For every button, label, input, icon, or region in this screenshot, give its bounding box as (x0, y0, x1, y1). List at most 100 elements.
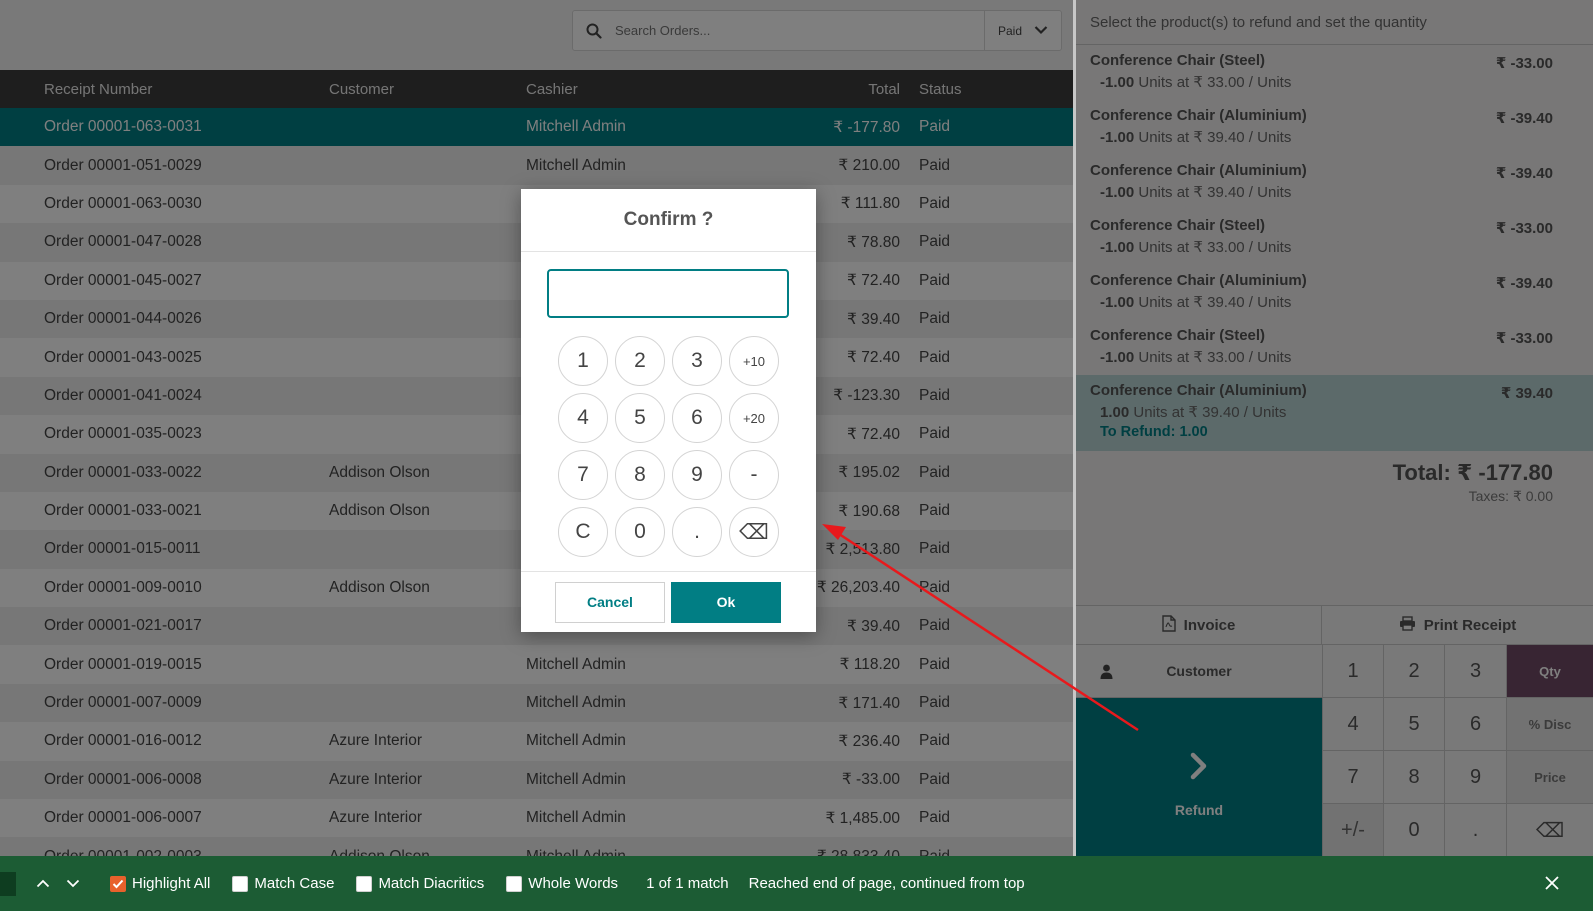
order-taxes: Taxes: ₹ 0.00 (1468, 488, 1553, 504)
quantity-input[interactable] (547, 269, 789, 318)
refund-button[interactable]: Refund (1076, 698, 1322, 871)
confirm-dialog: Confirm ? 1 2 3 +10 4 5 6 +20 7 8 9- C 0. ⌫ Cancel Ok (521, 189, 816, 632)
numpad-key-2[interactable]: 2 (1384, 645, 1445, 698)
orderline[interactable]: Conference Chair (Steel) ₹ -33.00 -1.00 Un… (1076, 320, 1593, 375)
mode-price-button[interactable]: Price (1507, 751, 1593, 804)
find-next-button[interactable] (58, 875, 88, 892)
numpad-key-8[interactable]: 8 (1384, 751, 1445, 804)
dialog-footer: Cancel Ok (521, 571, 816, 632)
whole-words-checkbox[interactable]: Whole Words (506, 875, 618, 892)
line-quantity: -1.00 (1100, 184, 1135, 201)
decimal-button[interactable]: . (672, 507, 722, 557)
pos-numpad: 1 2 3 Qty 4 5 6% Disc 7 8 9 Price +/- 0. ⌫ (1322, 645, 1593, 871)
unit-price-text: Units at ₹ 39.40 / Units (1138, 184, 1292, 201)
line-quantity: -1.00 (1100, 129, 1135, 146)
dialog-numpad: 1 2 3 +10 4 5 6 +20 7 8 9- C 0. ⌫ (558, 336, 779, 557)
orderline[interactable]: Conference Chair (Aluminium) ₹ -39.40 -1.0… (1076, 155, 1593, 210)
backspace-button[interactable]: ⌫ (1507, 804, 1593, 857)
clear-button[interactable]: C (558, 507, 608, 557)
find-previous-button[interactable] (28, 875, 58, 892)
line-info: -1.00 Units at ₹ 33.00 / Units (1100, 238, 1579, 256)
whole-words-label: Whole Words (528, 875, 619, 892)
refund-panel: Select the product(s) to refund and set … (1076, 0, 1593, 871)
mode-qty-button[interactable]: Qty (1507, 645, 1593, 698)
invoice-button[interactable]: Invoice (1076, 606, 1322, 644)
highlight-all-label: Highlight All (132, 875, 211, 892)
dialog-key-6[interactable]: 6 (672, 393, 722, 443)
line-price: ₹ -33.00 (1495, 330, 1553, 347)
orderline[interactable]: Conference Chair (Aluminium) ₹ 39.40 1.00 … (1076, 375, 1593, 451)
decimal-button[interactable]: . (1445, 804, 1507, 857)
dialog-key-7[interactable]: 7 (558, 450, 608, 500)
line-info: -1.00 Units at ₹ 33.00 / Units (1100, 73, 1579, 91)
print-receipt-button[interactable]: Print Receipt (1322, 606, 1593, 644)
numpad-key-0[interactable]: 0 (1384, 804, 1445, 857)
line-quantity: -1.00 (1100, 349, 1135, 366)
line-quantity: -1.00 (1100, 239, 1135, 256)
numpad-key-1[interactable]: 1 (1323, 645, 1384, 698)
close-icon[interactable] (1543, 874, 1561, 892)
customer-button[interactable]: Customer (1076, 645, 1322, 698)
unit-price-text: Units at ₹ 39.40 / Units (1138, 129, 1292, 146)
dialog-key-8[interactable]: 8 (615, 450, 665, 500)
dialog-key-1[interactable]: 1 (558, 336, 608, 386)
minus-button[interactable]: - (729, 450, 779, 500)
print-receipt-label: Print Receipt (1423, 616, 1517, 634)
match-case-checkbox[interactable]: Match Case (232, 875, 334, 892)
numpad-key-9[interactable]: 9 (1445, 751, 1507, 804)
checkbox-checked-icon (110, 875, 126, 892)
dialog-key-9[interactable]: 9 (672, 450, 722, 500)
mode-discount-button[interactable]: % Disc (1507, 698, 1593, 751)
numpad-key-4[interactable]: 4 (1323, 698, 1384, 751)
dialog-key-2[interactable]: 2 (615, 336, 665, 386)
plus-20-button[interactable]: +20 (729, 393, 779, 443)
line-info: -1.00 Units at ₹ 39.40 / Units (1100, 128, 1579, 146)
refund-orderlines: Conference Chair (Steel) ₹ -33.00 -1.00 Un… (1076, 45, 1593, 451)
dialog-key-5[interactable]: 5 (615, 393, 665, 443)
chevron-up-icon (36, 875, 50, 892)
numpad-key-7[interactable]: 7 (1323, 751, 1384, 804)
plus-10-button[interactable]: +10 (729, 336, 779, 386)
orderline[interactable]: Conference Chair (Steel) ₹ -33.00 -1.00 Un… (1076, 210, 1593, 265)
numpad-key-6[interactable]: 6 (1445, 698, 1507, 751)
match-diacritics-checkbox[interactable]: Match Diacritics (356, 875, 484, 892)
cancel-button[interactable]: Cancel (555, 581, 665, 623)
unit-price-text: Units at ₹ 33.00 / Units (1138, 349, 1292, 366)
numpad-key-3[interactable]: 3 (1445, 645, 1507, 698)
unit-price-text: Units at ₹ 39.40 / Units (1133, 404, 1287, 421)
numpad-key-5[interactable]: 5 (1384, 698, 1445, 751)
orderline[interactable]: Conference Chair (Steel) ₹ -33.00 -1.00 Un… (1076, 45, 1593, 100)
find-status-message: Reached end of page, continued from top (748, 875, 1025, 892)
orderline[interactable]: Conference Chair (Aluminium) ₹ -39.40 -1.0… (1076, 100, 1593, 155)
printer-icon (1399, 615, 1416, 635)
dialog-key-4[interactable]: 4 (558, 393, 608, 443)
refund-instruction: Select the product(s) to refund and set … (1090, 14, 1427, 31)
dialog-key-0[interactable]: 0 (615, 507, 665, 557)
ok-button[interactable]: Ok (671, 581, 781, 623)
invoice-label: Invoice (1183, 616, 1236, 634)
line-info: 1.00 Units at ₹ 39.40 / Units (1100, 403, 1579, 421)
action-row: Invoice Print Receipt (1076, 605, 1593, 645)
checkbox-icon (506, 875, 523, 892)
line-info: -1.00 Units at ₹ 39.40 / Units (1100, 293, 1579, 311)
to-refund-quantity: To Refund: 1.00 (1100, 424, 1208, 440)
user-icon (1076, 664, 1136, 679)
dialog-title: Confirm ? (521, 189, 816, 252)
line-quantity: -1.00 (1100, 294, 1135, 311)
line-price: ₹ -39.40 (1495, 165, 1553, 182)
line-price: ₹ -39.40 (1495, 110, 1553, 127)
highlight-all-checkbox[interactable]: Highlight All (110, 875, 210, 892)
dialog-key-3[interactable]: 3 (672, 336, 722, 386)
checkbox-icon (232, 875, 249, 892)
refund-label: Refund (1174, 802, 1224, 818)
sign-toggle-button[interactable]: +/- (1323, 804, 1384, 857)
order-total: Total: ₹ -177.80 (1392, 460, 1553, 485)
backspace-button[interactable]: ⌫ (729, 507, 779, 557)
line-info: -1.00 Units at ₹ 39.40 / Units (1100, 183, 1579, 201)
line-price: ₹ -33.00 (1495, 220, 1553, 237)
find-input-edge[interactable] (0, 871, 16, 896)
line-price: ₹ -39.40 (1495, 275, 1553, 292)
line-price: ₹ -33.00 (1495, 55, 1553, 72)
orderline[interactable]: Conference Chair (Aluminium) ₹ -39.40 -1.0… (1076, 265, 1593, 320)
find-bar: Highlight All Match Case Match Diacritic… (0, 856, 1593, 911)
